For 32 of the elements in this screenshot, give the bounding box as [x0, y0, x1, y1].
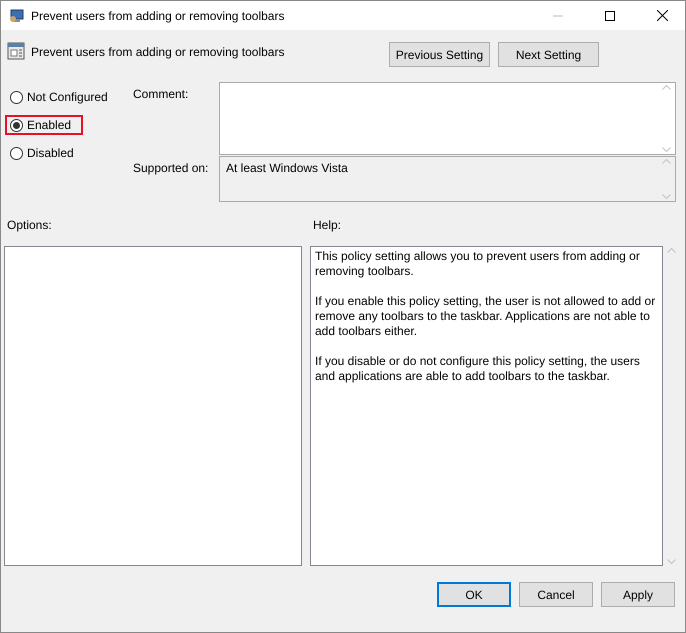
help-paragraph: If you enable this policy setting, the user is not allowed to add or remove any toolbars to the taskbar. Applications are not able to add toolbars either.	[315, 294, 656, 339]
next-setting-button[interactable]: Next Setting	[498, 42, 599, 67]
help-paragraph: This policy setting allows you to prevent users from adding or removing toolbars.	[315, 249, 641, 279]
scroll-down-icon[interactable]	[662, 194, 671, 199]
scroll-down-icon[interactable]	[662, 147, 671, 152]
scroll-up-icon[interactable]	[662, 85, 671, 90]
radio-label: Disabled	[27, 146, 74, 160]
supported-on-label: Supported on:	[133, 161, 210, 177]
radio-label: Enabled	[27, 118, 72, 132]
scroll-up-icon[interactable]	[667, 248, 676, 253]
supported-on-value: At least Windows Vista	[225, 160, 349, 177]
radio-button[interactable]	[10, 118, 23, 132]
computer-icon	[9, 8, 25, 24]
scroll-down-icon[interactable]	[667, 559, 676, 564]
setting-title: Prevent users from adding or removing toolbars	[31, 45, 286, 59]
comment-field[interactable]	[219, 82, 676, 155]
options-label: Options:	[7, 218, 53, 234]
dialog-button[interactable]: OK	[437, 582, 511, 607]
close-icon[interactable]	[656, 10, 668, 21]
radio-label: Not Configured	[27, 90, 108, 104]
policy-icon	[7, 42, 25, 60]
previous-setting-button[interactable]: Previous Setting	[389, 42, 490, 67]
dialog-button[interactable]: Apply	[601, 582, 675, 607]
radio-button[interactable]	[10, 146, 23, 160]
scroll-up-icon[interactable]	[662, 159, 671, 164]
help-label: Help:	[313, 218, 342, 234]
window-title: Prevent users from adding or removing toolbars	[31, 8, 286, 22]
help-paragraph: If you disable or do not configure this policy setting, the users and applications are able to add toolbars to the taskbar.	[315, 354, 641, 384]
maximize-icon[interactable]	[605, 10, 615, 20]
comment-label: Comment:	[133, 87, 190, 103]
radio-button[interactable]	[10, 90, 23, 104]
dialog-button[interactable]: Cancel	[519, 582, 593, 607]
